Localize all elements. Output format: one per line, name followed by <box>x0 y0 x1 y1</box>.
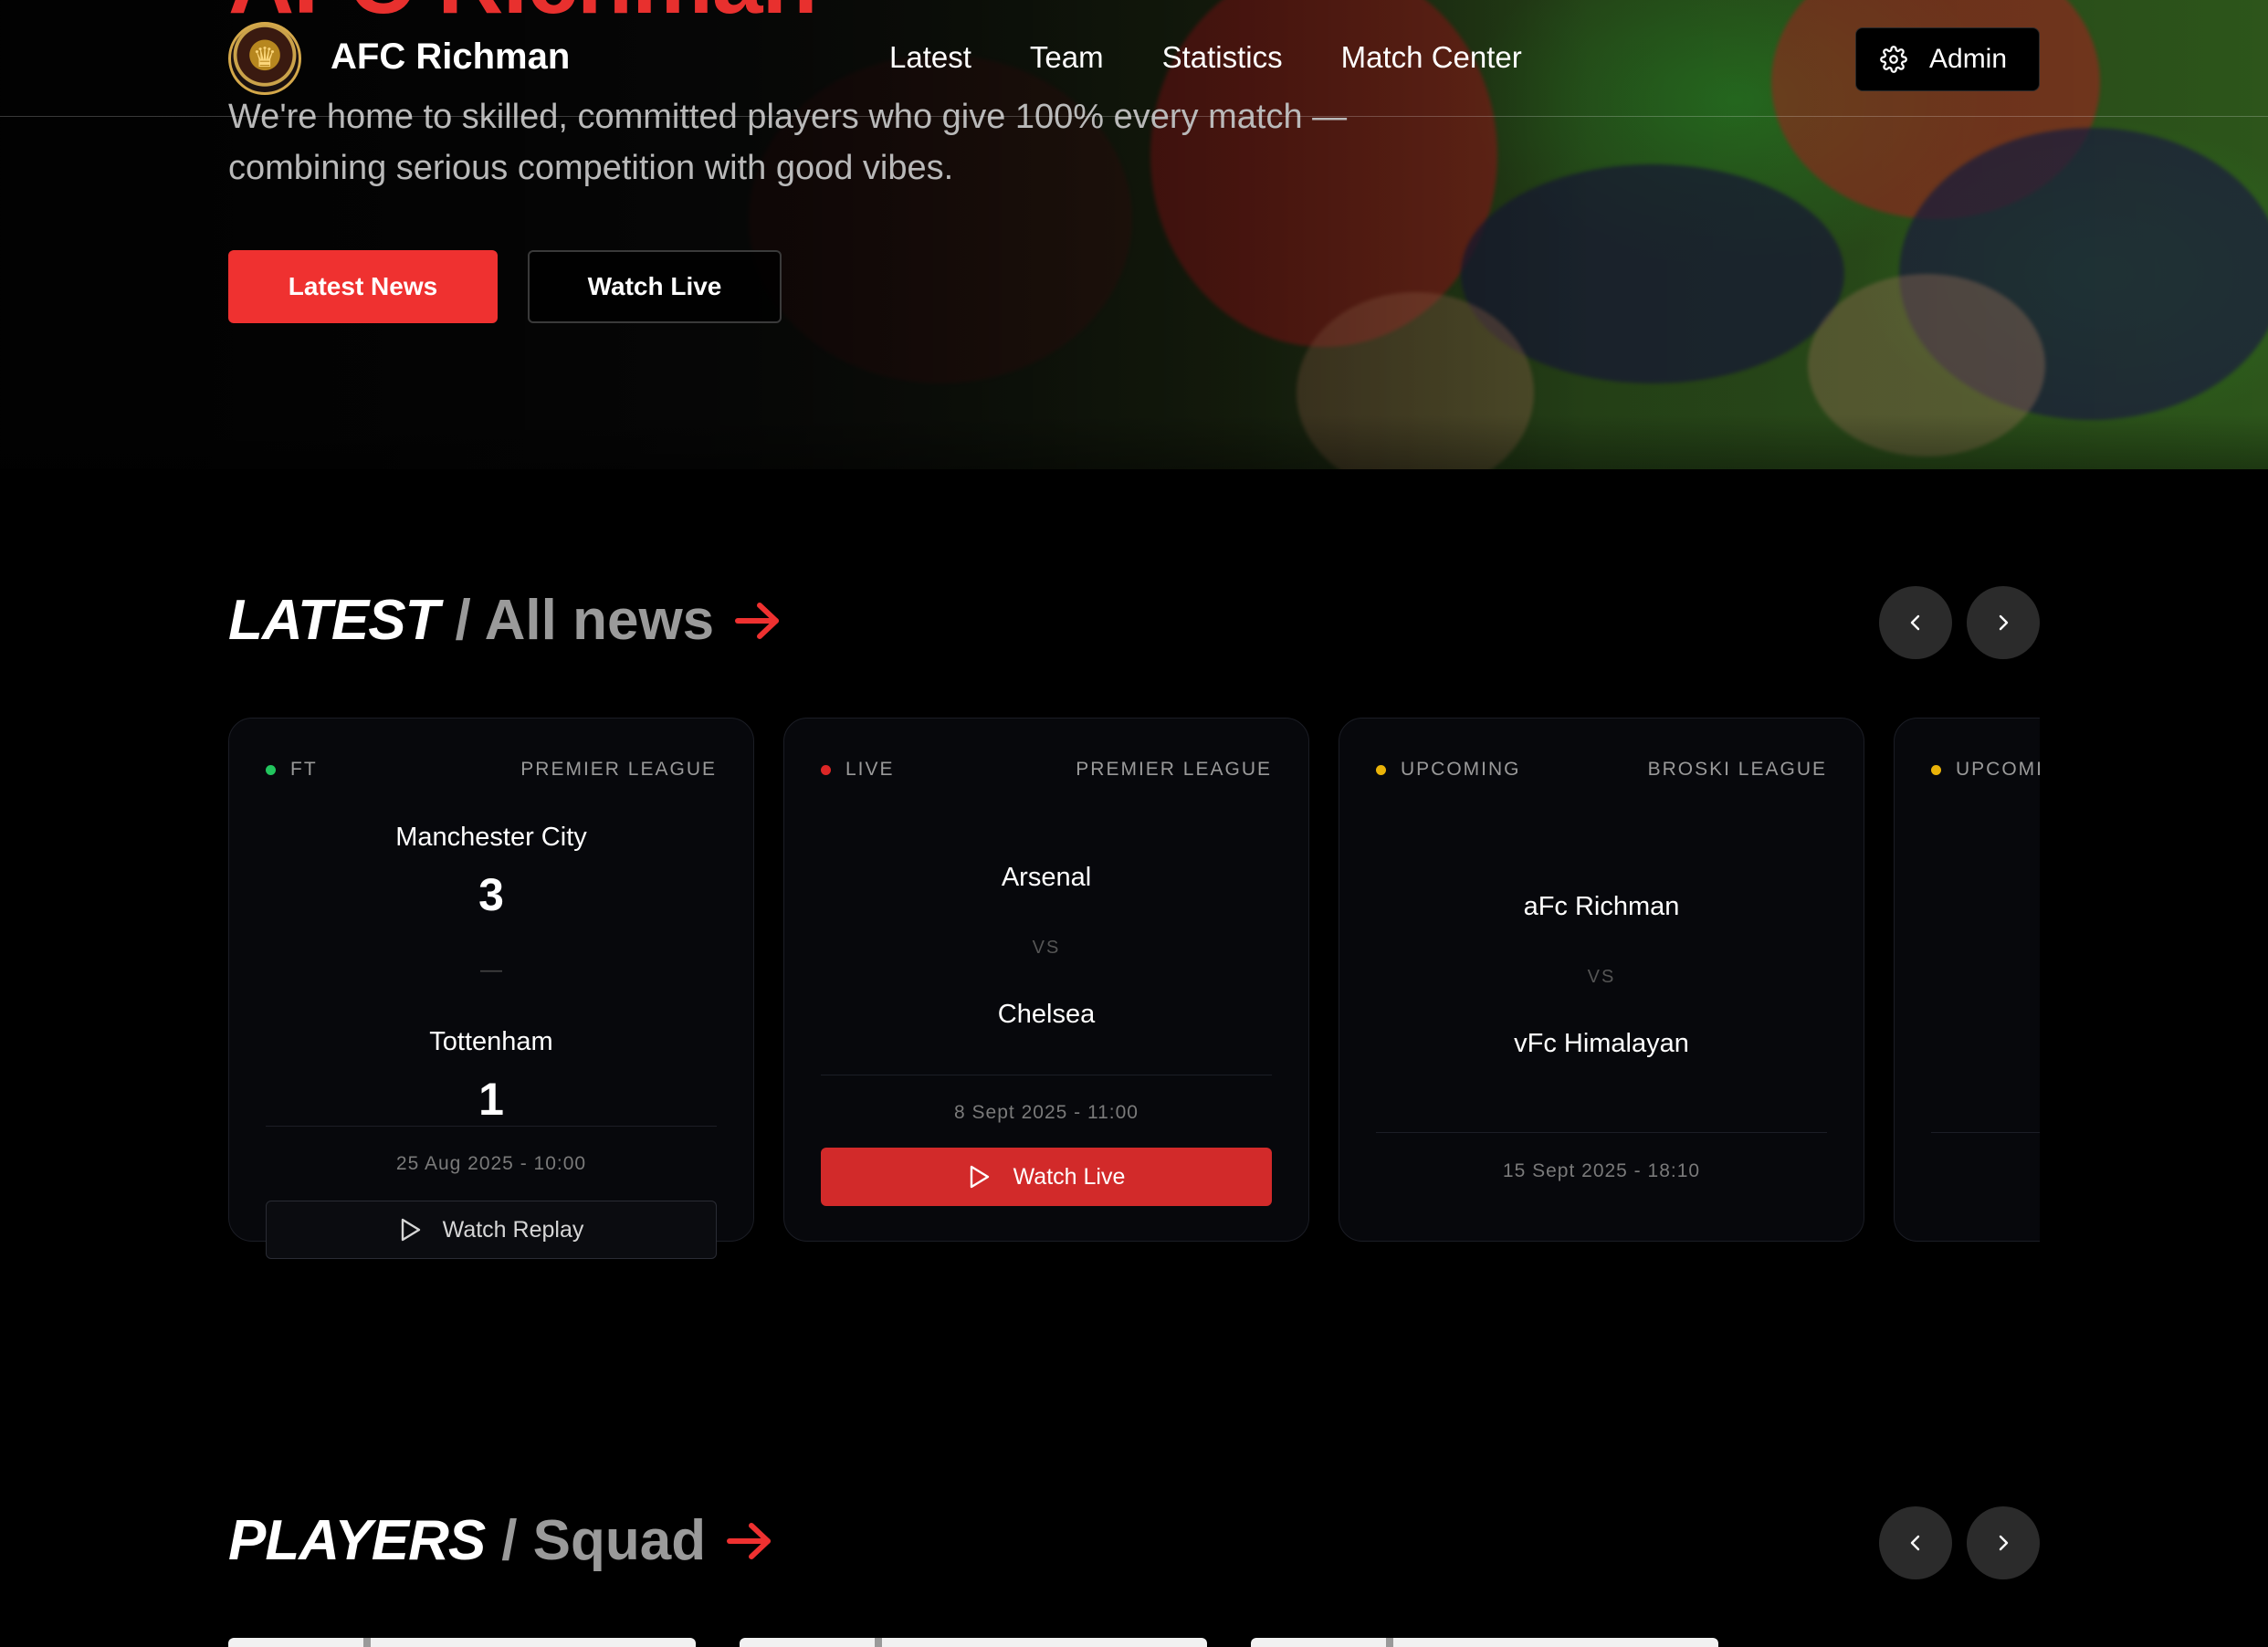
admin-button[interactable]: Admin <box>1855 27 2040 91</box>
nav-link-match-center[interactable]: Match Center <box>1341 40 1522 75</box>
match-status: UPCOMING <box>1376 759 1521 781</box>
score-separator: — <box>480 958 502 982</box>
watch-live-button[interactable]: Watch Live <box>821 1148 1272 1206</box>
chevron-right-icon <box>1999 1535 2009 1551</box>
vs-label: VS <box>1587 967 1616 987</box>
players-heading-bold: PLAYERS <box>228 1509 486 1572</box>
match-card[interactable]: UPCOMING BROSKI LEAGUE aFc Richman VS vF… <box>1339 718 1864 1242</box>
chevron-left-icon <box>1910 1535 1920 1551</box>
player-card[interactable] <box>740 1638 1207 1647</box>
top-navbar: AFC Richman Latest Team Statistics Match… <box>0 0 2268 117</box>
home-team: aFc Richman <box>1523 892 1680 921</box>
watch-live-hero-button[interactable]: Watch Live <box>528 250 782 323</box>
match-date: 25 Aug 2025 - 10:00 <box>395 1153 587 1174</box>
card-divider <box>266 1126 717 1127</box>
chevron-left-icon <box>1910 614 1920 631</box>
match-card[interactable]: FT PREMIER LEAGUE Manchester City 3 — To… <box>228 718 754 1259</box>
match-date: 15 Sept 2025 - 18:10 <box>1502 1160 1701 1181</box>
players-heading: PLAYERS / Squad <box>228 1508 773 1573</box>
latest-heading-bold: LATEST <box>228 589 439 652</box>
latest-heading: LATEST / All news <box>228 588 782 653</box>
match-status: UPCOMING <box>1931 759 2040 781</box>
latest-heading-muted[interactable]: / All news <box>456 588 715 653</box>
match-status: LIVE <box>821 759 895 781</box>
players-prev-button[interactable] <box>1879 1506 1952 1579</box>
nav-link-statistics[interactable]: Statistics <box>1162 40 1283 75</box>
home-score: 3 <box>478 869 504 920</box>
nav-link-team[interactable]: Team <box>1030 40 1104 75</box>
nav-link-latest[interactable]: Latest <box>889 40 971 75</box>
player-card[interactable] <box>1251 1638 1718 1647</box>
away-team: Chelsea <box>997 1000 1096 1029</box>
status-dot <box>821 764 831 775</box>
gear-icon <box>1880 46 1907 73</box>
chevron-right-icon <box>1999 614 2009 631</box>
players-heading-muted[interactable]: / Squad <box>501 1508 706 1573</box>
brand-name[interactable]: AFC Richman <box>331 37 570 78</box>
watch-live-label: Watch Live <box>1013 1163 1126 1190</box>
match-league: PREMIER LEAGUE <box>1076 759 1272 780</box>
latest-next-button[interactable] <box>1967 586 2040 659</box>
admin-label: Admin <box>1929 44 2008 74</box>
card-divider <box>1376 1132 1827 1133</box>
home-team: Manchester City <box>395 823 587 852</box>
match-status-label: UPCOMING <box>1401 759 1521 780</box>
match-card[interactable]: UPCOMING <box>1894 718 2040 1242</box>
match-league: BROSKI LEAGUE <box>1647 759 1827 780</box>
away-score: 1 <box>478 1074 504 1125</box>
match-status: FT <box>266 759 318 781</box>
card-divider <box>1931 1132 2040 1133</box>
away-team: vFc Himalayan <box>1514 1029 1689 1058</box>
status-dot <box>266 764 276 775</box>
latest-news-button[interactable]: Latest News <box>228 250 498 323</box>
status-dot <box>1931 764 1941 775</box>
players-next-button[interactable] <box>1967 1506 2040 1579</box>
watch-replay-button[interactable]: Watch Replay <box>266 1201 717 1259</box>
home-team: Arsenal <box>1001 863 1092 892</box>
hero-overlay-bottom <box>0 414 2268 469</box>
watch-replay-label: Watch Replay <box>442 1216 584 1243</box>
match-date: 8 Sept 2025 - 11:00 <box>954 1102 1139 1123</box>
arrow-right-icon[interactable] <box>726 1521 773 1561</box>
latest-prev-button[interactable] <box>1879 586 1952 659</box>
club-logo[interactable] <box>228 22 301 95</box>
match-status-label: FT <box>290 759 318 780</box>
play-icon <box>401 1218 420 1242</box>
match-cards-carousel: FT PREMIER LEAGUE Manchester City 3 — To… <box>228 718 2040 1265</box>
match-status-label: LIVE <box>845 759 895 780</box>
vs-label: VS <box>1032 938 1061 958</box>
status-dot <box>1376 764 1386 775</box>
match-league: PREMIER LEAGUE <box>520 759 717 780</box>
player-card[interactable] <box>228 1638 696 1647</box>
away-team: Tottenham <box>429 1027 553 1056</box>
arrow-right-icon[interactable] <box>734 601 782 641</box>
play-icon <box>970 1165 989 1189</box>
match-card[interactable]: LIVE PREMIER LEAGUE Arsenal VS Chelsea 8… <box>783 718 1309 1242</box>
match-status-label: UPCOMING <box>1956 759 2040 780</box>
nav-links: Latest Team Statistics Match Center <box>889 40 1522 75</box>
